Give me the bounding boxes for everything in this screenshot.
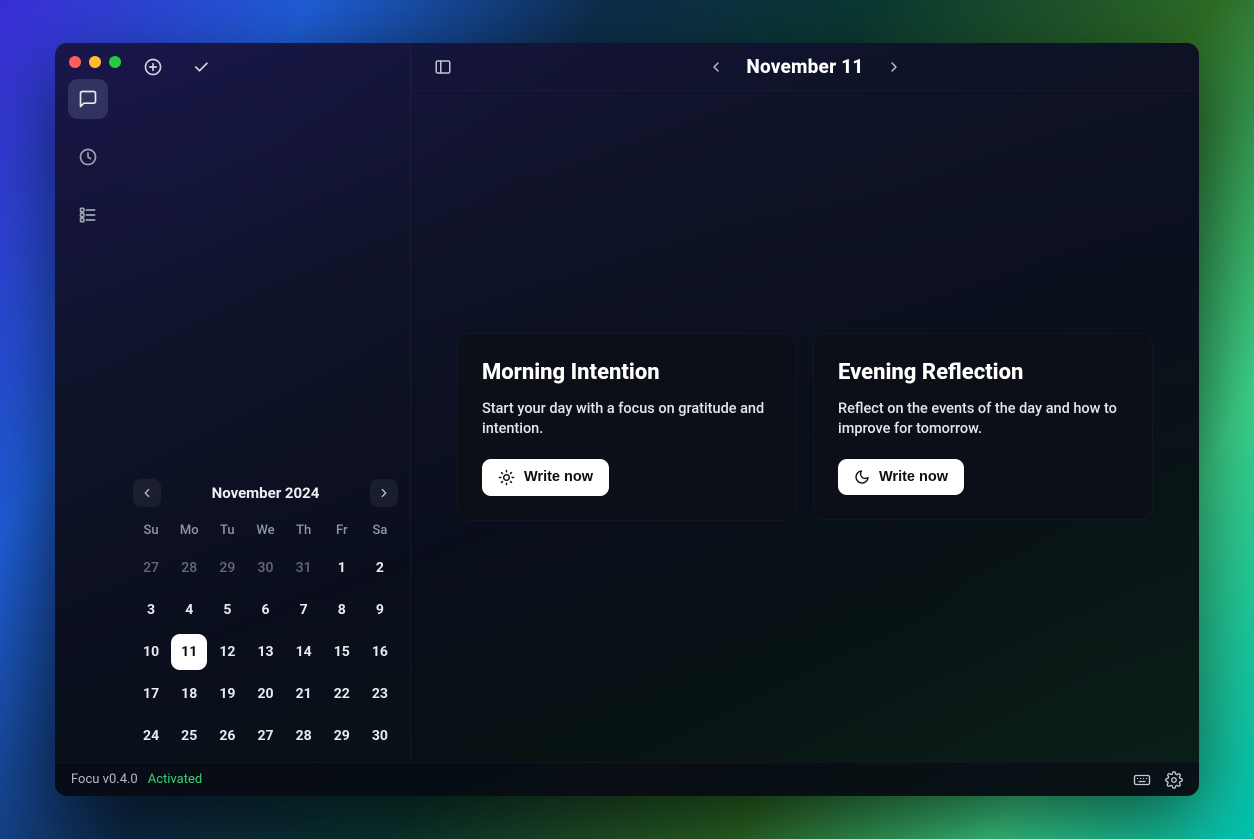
calendar-day-header: Th	[286, 517, 322, 544]
app-window: November 2024 SuMoTuWeThFrSa272829303112…	[55, 43, 1199, 796]
calendar-day[interactable]: 16	[362, 634, 398, 670]
calendar-day[interactable]: 2	[362, 550, 398, 586]
calendar-day[interactable]: 17	[133, 676, 169, 712]
calendar-day[interactable]: 1	[324, 550, 360, 586]
calendar-day[interactable]: 4	[171, 592, 207, 628]
calendar-day[interactable]: 28	[171, 550, 207, 586]
calendar-day[interactable]: 9	[362, 592, 398, 628]
card-title: Evening Reflection	[838, 360, 1128, 385]
rail-item-history[interactable]	[68, 137, 108, 177]
calendar-day[interactable]: 19	[209, 676, 245, 712]
calendar-day[interactable]: 27	[133, 550, 169, 586]
calendar-day[interactable]: 30	[247, 550, 283, 586]
calendar-day[interactable]: 10	[133, 634, 169, 670]
clock-icon	[78, 147, 98, 167]
calendar-day[interactable]: 13	[247, 634, 283, 670]
calendar-day[interactable]: 5	[209, 592, 245, 628]
calendar-day-header: Fr	[324, 517, 360, 544]
calendar-day[interactable]: 23	[362, 676, 398, 712]
calendar-day[interactable]: 3	[133, 592, 169, 628]
calendar: November 2024 SuMoTuWeThFrSa272829303112…	[121, 479, 410, 762]
check-icon	[192, 58, 210, 76]
settings-button[interactable]	[1163, 769, 1185, 791]
list-icon	[78, 205, 98, 225]
calendar-prev-month-button[interactable]	[133, 479, 161, 507]
morning-write-now-button[interactable]: Write now	[482, 459, 609, 496]
calendar-day[interactable]: 6	[247, 592, 283, 628]
calendar-day[interactable]: 11	[171, 634, 207, 670]
keyboard-icon	[1133, 771, 1151, 789]
button-label: Write now	[879, 469, 948, 485]
next-day-button[interactable]	[886, 59, 902, 75]
window-traffic-lights	[69, 56, 121, 68]
gear-icon	[1165, 771, 1183, 789]
toggle-sidebar-button[interactable]	[429, 53, 457, 81]
activation-status: Activated	[148, 772, 202, 787]
rail-item-chat[interactable]	[68, 79, 108, 119]
calendar-day[interactable]: 26	[209, 718, 245, 754]
calendar-day[interactable]: 15	[324, 634, 360, 670]
chevron-left-icon	[140, 486, 154, 500]
calendar-day[interactable]: 24	[133, 718, 169, 754]
rail-item-tasks[interactable]	[68, 195, 108, 235]
panel-left-icon	[434, 58, 452, 76]
calendar-day-header: We	[247, 517, 283, 544]
current-date-title: November 11	[746, 55, 863, 78]
add-entry-button[interactable]	[141, 55, 165, 79]
calendar-day[interactable]: 7	[286, 592, 322, 628]
calendar-day[interactable]: 30	[362, 718, 398, 754]
morning-intention-card: Morning Intention Start your day with a …	[458, 334, 796, 520]
calendar-day-header: Tu	[209, 517, 245, 544]
sidebar: November 2024 SuMoTuWeThFrSa272829303112…	[121, 43, 411, 762]
statusbar: Focu v0.4.0 Activated	[55, 762, 1199, 796]
minimize-window-button[interactable]	[89, 56, 101, 68]
main-content: Morning Intention Start your day with a …	[411, 91, 1199, 762]
chevron-right-icon	[886, 59, 902, 75]
fullscreen-window-button[interactable]	[109, 56, 121, 68]
calendar-day[interactable]: 8	[324, 592, 360, 628]
chat-bubble-icon	[78, 89, 98, 109]
add-circle-icon	[143, 57, 163, 77]
main-area: November 11 Morning Intention Start your…	[411, 43, 1199, 762]
nav-rail	[55, 43, 121, 762]
calendar-day-header: Mo	[171, 517, 207, 544]
evening-reflection-card: Evening Reflection Reflect on the events…	[814, 334, 1152, 519]
evening-write-now-button[interactable]: Write now	[838, 459, 964, 495]
calendar-day[interactable]: 27	[247, 718, 283, 754]
prev-day-button[interactable]	[708, 59, 724, 75]
moon-icon	[854, 469, 870, 485]
sidebar-toolbar	[121, 43, 410, 91]
calendar-day[interactable]: 29	[324, 718, 360, 754]
close-window-button[interactable]	[69, 56, 81, 68]
calendar-day[interactable]: 31	[286, 550, 322, 586]
chevron-left-icon	[708, 59, 724, 75]
calendar-day[interactable]: 29	[209, 550, 245, 586]
calendar-day[interactable]: 21	[286, 676, 322, 712]
calendar-day[interactable]: 14	[286, 634, 322, 670]
card-title: Morning Intention	[482, 360, 772, 385]
calendar-day[interactable]: 25	[171, 718, 207, 754]
app-version-label: Focu v0.4.0	[71, 772, 138, 787]
sun-icon	[498, 469, 515, 486]
calendar-day[interactable]: 22	[324, 676, 360, 712]
keyboard-shortcuts-button[interactable]	[1131, 769, 1153, 791]
calendar-day[interactable]: 20	[247, 676, 283, 712]
card-description: Start your day with a focus on gratitude…	[482, 399, 772, 439]
button-label: Write now	[524, 469, 593, 485]
calendar-day-header: Su	[133, 517, 169, 544]
calendar-day[interactable]: 18	[171, 676, 207, 712]
calendar-day-header: Sa	[362, 517, 398, 544]
calendar-day[interactable]: 12	[209, 634, 245, 670]
main-header: November 11	[411, 43, 1199, 91]
calendar-next-month-button[interactable]	[370, 479, 398, 507]
calendar-day[interactable]: 28	[286, 718, 322, 754]
calendar-month-label: November 2024	[173, 484, 358, 502]
chevron-right-icon	[377, 486, 391, 500]
done-button[interactable]	[189, 55, 213, 79]
card-description: Reflect on the events of the day and how…	[838, 399, 1128, 439]
